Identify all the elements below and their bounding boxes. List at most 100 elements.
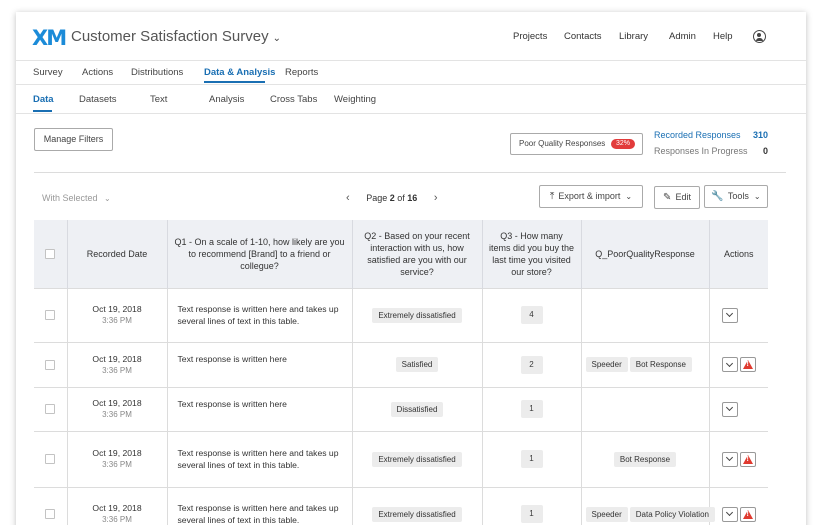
row-actions-dropdown-icon[interactable] [721,357,738,372]
q3-response: 1 [520,400,543,418]
column-header[interactable]: Q2 - Based on your recent interaction wi… [352,220,483,288]
q2-cell: Dissatisfied [352,386,483,431]
actions-cell [709,486,768,525]
row-select-cell [34,430,68,487]
tools-label: Tools [727,191,749,201]
q1-response: Text response is written here [167,386,353,431]
column-header[interactable]: Q_PoorQualityResponse [581,220,710,288]
chevron-down-icon: ⌄ [753,192,761,201]
tabs-divider [16,84,806,85]
edit-button[interactable]: ✎ Edit [654,186,700,209]
warning-icon[interactable] [739,506,756,522]
tab-data-analysis[interactable]: Data & Analysis [204,67,275,78]
manage-filters-button[interactable]: Manage Filters [34,128,113,151]
q2-cell: Extremely dissatisfied [352,287,483,342]
tab-survey[interactable]: Survey [33,67,63,78]
actions-cell [709,386,768,431]
subtab-cross-tabs[interactable]: Cross Tabs [270,94,317,105]
recorded-time: 3:36 PM [102,410,132,419]
recorded-date: Oct 19, 2018 [92,448,142,458]
row-select-cell [34,287,68,342]
tab-reports[interactable]: Reports [285,67,318,78]
prev-page-icon[interactable]: ‹ [346,192,350,204]
subtab-datasets[interactable]: Datasets [79,94,117,105]
table-row[interactable]: Oct 19, 2018 3:36 PM Text response is wri… [34,430,768,487]
toolbar-divider [34,172,786,173]
row-checkbox[interactable] [45,454,56,464]
pencil-icon: ✎ [663,192,672,203]
nav-library[interactable]: Library [619,31,648,42]
pqr-cell [581,287,710,342]
recorded-time: 3:36 PM [102,316,132,325]
chevron-down-icon: ⌄ [625,192,633,201]
date-cell: Oct 19, 2018 3:36 PM [67,430,168,487]
nav-contacts[interactable]: Contacts [564,31,602,42]
column-header[interactable]: Q3 - How many items did you buy the last… [482,220,582,288]
tab-distributions[interactable]: Distributions [131,67,183,78]
column-header[interactable]: Recorded Date [67,220,168,288]
pqr-tag: Bot Response [629,357,693,372]
date-cell: Oct 19, 2018 3:36 PM [67,386,168,431]
nav-projects[interactable]: Projects [513,31,547,42]
row-actions-dropdown-icon[interactable] [721,451,738,467]
column-header[interactable]: Q1 - On a scale of 1-10, how likely are … [167,220,353,288]
row-actions-dropdown-icon[interactable] [721,401,738,417]
tools-button[interactable]: 🔧 Tools ⌄ [704,185,768,208]
header-divider [16,60,806,61]
table-row[interactable]: Oct 19, 2018 3:36 PM Text response is wri… [34,486,768,525]
export-label: Export & import [558,191,621,201]
poor-quality-responses-button[interactable]: Poor Quality Responses 32% [510,133,643,155]
date-cell: Oct 19, 2018 3:36 PM [67,341,168,387]
q3-response: 2 [520,355,543,374]
warning-icon[interactable] [739,357,756,372]
subtab-weighting[interactable]: Weighting [334,94,376,105]
with-selected-dropdown[interactable]: With Selected ⌄ [42,193,111,203]
subtab-analysis[interactable]: Analysis [209,94,244,105]
warning-icon[interactable] [739,451,756,467]
survey-title: Customer Satisfaction Survey [71,28,269,45]
subtab-text[interactable]: Text [150,94,167,105]
recorded-date: Oct 19, 2018 [92,304,142,314]
q2-cell: Extremely dissatisfied [352,486,483,525]
row-checkbox[interactable] [45,310,56,320]
recorded-date: Oct 19, 2018 [92,398,142,408]
row-checkbox[interactable] [45,404,56,414]
table-row[interactable]: Oct 19, 2018 3:36 PM Text response is wri… [34,341,768,387]
actions-cell [709,430,768,487]
pqr-tag: Speeder [585,506,628,522]
page-of: of [397,193,405,203]
row-checkbox[interactable] [45,359,56,370]
wrench-icon: 🔧 [711,191,724,202]
row-actions-dropdown-icon[interactable] [721,506,738,522]
row-select-cell [34,341,68,387]
active-tab-underline [204,81,265,83]
row-checkbox[interactable] [45,509,56,520]
export-import-button[interactable]: ⤒ Export & import ⌄ [539,185,643,208]
page-total: 16 [407,193,418,203]
recorded-responses-link[interactable]: Recorded Responses [654,130,741,140]
pqr-cell: Speeder Data Policy Violation [581,486,715,525]
tab-actions[interactable]: Actions [82,67,113,78]
row-actions-dropdown-icon[interactable] [721,307,738,323]
user-account-icon[interactable] [753,30,766,43]
q1-response: Text response is written here and takes … [167,430,353,487]
next-page-icon[interactable]: › [434,192,438,204]
table-row[interactable]: Oct 19, 2018 3:36 PM Text response is wri… [34,287,768,342]
pqr-cell: Speeder Bot Response [581,341,710,387]
q3-cell: 1 [482,486,582,525]
active-subtab-underline [33,110,52,112]
q2-response: Satisfied [395,357,439,372]
q2-response: Extremely dissatisfied [372,307,462,323]
row-select-cell [34,386,68,431]
pqr-cell: Bot Response [581,430,710,487]
in-progress-label: Responses In Progress [654,146,748,156]
q3-response: 4 [520,306,543,324]
nav-help[interactable]: Help [713,31,733,42]
select-all-checkbox[interactable] [45,248,56,259]
subtab-data[interactable]: Data [33,94,54,105]
nav-admin[interactable]: Admin [669,31,696,42]
xm-logo[interactable]: XM [32,26,67,50]
recorded-date: Oct 19, 2018 [92,353,142,364]
table-row[interactable]: Oct 19, 2018 3:36 PM Text response is wri… [34,386,768,431]
survey-title-dropdown[interactable]: Customer Satisfaction Survey ⌄ [71,28,281,45]
